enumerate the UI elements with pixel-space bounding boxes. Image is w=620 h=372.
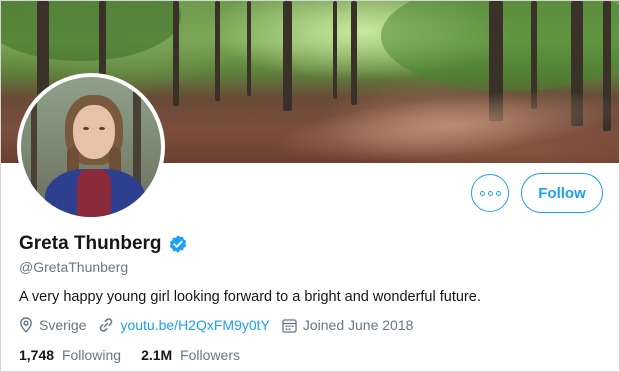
verified-badge-icon xyxy=(169,235,186,253)
followers-count: 2.1M xyxy=(141,347,173,363)
profile-meta: Sverige youtu.be/H2QxFM9y0tY Joined June… xyxy=(19,317,425,333)
joined-item: Joined June 2018 xyxy=(282,317,414,333)
following-count: 1,748 xyxy=(19,347,55,363)
more-options-icon xyxy=(479,190,501,196)
location-item: Sverige xyxy=(19,317,86,333)
following-stat[interactable]: 1,748 Following xyxy=(19,347,121,363)
calendar-icon xyxy=(282,318,297,333)
profile-bio: A very happy young girl looking forward … xyxy=(19,289,481,305)
profile-card: Follow Greta Thunberg @GretaThunberg A v… xyxy=(0,0,620,372)
followers-stat[interactable]: 2.1M Followers xyxy=(141,347,240,363)
website-link[interactable]: youtu.be/H2QxFM9y0tY xyxy=(120,317,269,333)
follow-button[interactable]: Follow xyxy=(521,173,603,213)
profile-stats: 1,748 Following 2.1M Followers xyxy=(19,347,260,363)
profile-handle: @GretaThunberg xyxy=(19,259,129,275)
following-label: Following xyxy=(61,347,122,363)
profile-name-row: Greta Thunberg xyxy=(19,233,188,255)
location-pin-icon xyxy=(20,317,32,333)
profile-name: Greta Thunberg xyxy=(19,233,162,254)
joined-text: Joined June 2018 xyxy=(302,317,414,333)
avatar[interactable] xyxy=(17,73,165,221)
more-options-button[interactable] xyxy=(471,174,509,212)
link-icon xyxy=(100,318,113,332)
website-item[interactable]: youtu.be/H2QxFM9y0tY xyxy=(98,317,270,333)
followers-label: Followers xyxy=(180,347,240,363)
location-text: Sverige xyxy=(39,317,87,333)
